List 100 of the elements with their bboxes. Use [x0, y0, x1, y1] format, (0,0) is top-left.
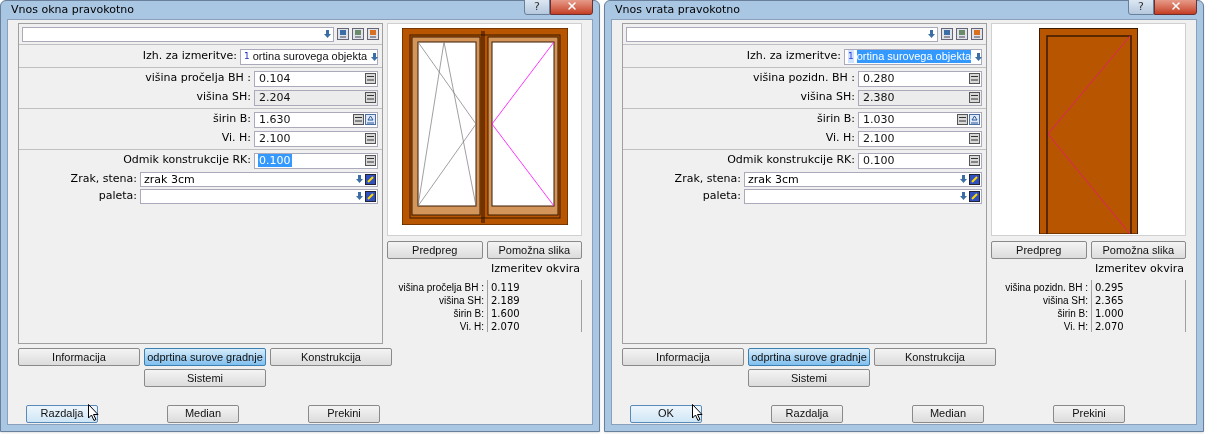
value-field[interactable]: 2.380	[858, 89, 982, 106]
calculator-icon[interactable]	[353, 114, 364, 125]
combo-value: zrak 3cm	[748, 172, 799, 186]
combo-field[interactable]: zrak 3cm	[140, 171, 378, 187]
measure-label: višina pozidn. BH :	[1004, 280, 1089, 293]
dialog-button[interactable]: Sistemi	[748, 369, 870, 387]
dialog-button[interactable]: Median	[912, 404, 984, 423]
dialog-button[interactable]: Informacija	[18, 348, 140, 366]
value-field[interactable]: 2.204	[254, 89, 378, 106]
field-label: širin B:	[815, 111, 856, 128]
field-value: 2.380	[862, 91, 896, 104]
close-icon	[1169, 0, 1182, 12]
edit-palette-icon[interactable]	[365, 190, 376, 202]
calculator-icon[interactable]	[365, 73, 376, 84]
close-button[interactable]	[1154, 0, 1197, 15]
field-label: Odmik konstrukcije RK:	[726, 152, 856, 169]
dialog-button[interactable]: Razdalja	[771, 404, 843, 423]
field-label: paleta:	[97, 187, 138, 204]
field-label: višina SH:	[195, 89, 252, 106]
dialog-button[interactable]: Konstrukcija	[270, 348, 392, 366]
measure-label: višina SH:	[1042, 293, 1089, 306]
field-label: Zrak, stena:	[673, 170, 742, 187]
combo-field[interactable]	[744, 188, 982, 204]
field-value: 1.030	[862, 113, 896, 126]
source-index: 1	[244, 49, 250, 63]
field-label: Vi. H:	[824, 130, 856, 147]
dropdown-arrow-icon[interactable]	[974, 51, 984, 62]
value-field[interactable]: 0.104	[254, 70, 378, 87]
value-field[interactable]: 2.100	[858, 130, 982, 147]
field-value: 0.100	[258, 154, 292, 167]
field-value: 0.280	[862, 72, 896, 85]
dialog-button[interactable]: Konstrukcija	[874, 348, 996, 366]
dialog-button[interactable]: Sistemi	[144, 369, 266, 387]
edit-palette-icon[interactable]	[969, 173, 980, 185]
edit-palette-icon[interactable]	[365, 173, 376, 185]
dialog-button[interactable]: Informacija	[622, 348, 744, 366]
close-icon	[565, 0, 578, 12]
dialog-button[interactable]: Prekini	[308, 404, 380, 423]
source-index: 1	[848, 49, 854, 64]
source-combo[interactable]: 1 ortina surovega objekta	[240, 48, 378, 65]
measure-tool-icon[interactable]	[365, 114, 376, 125]
field-label: višina pozidn. BH :	[751, 70, 856, 87]
dialog-button[interactable]: odprtina surove gradnje	[144, 348, 266, 366]
window-title: Vnos vrata pravokotno	[615, 1, 741, 18]
dialog-button[interactable]: Razdalja	[26, 404, 98, 423]
dialog-button[interactable]: Pomožna slika	[486, 241, 582, 259]
mouse-cursor-icon	[692, 404, 703, 421]
measure-label: Vi. H:	[458, 319, 485, 332]
field-value: 2.100	[258, 132, 292, 145]
field-value: 2.204	[258, 91, 292, 104]
field-label: višina pročelja BH :	[144, 70, 252, 87]
field-label: Odmik konstrukcije RK:	[122, 152, 252, 169]
dropdown-arrow-icon[interactable]	[927, 29, 936, 39]
field-value: 1.630	[258, 113, 292, 126]
measure-label: višina pročelja BH :	[397, 280, 485, 293]
source-combo[interactable]: 1 ortina surovega objekta	[844, 48, 982, 65]
calculator-icon[interactable]	[969, 92, 980, 103]
edit-palette-icon[interactable]	[969, 190, 980, 202]
value-field[interactable]: 0.100	[858, 152, 982, 169]
source-value: ortina surovega objekta	[252, 50, 368, 63]
help-button[interactable]: ?	[524, 0, 550, 15]
window-title: Vnos okna pravokotno	[11, 1, 135, 18]
value-field[interactable]: 1.630	[254, 111, 378, 128]
dialog-button[interactable]: Predpreg	[387, 241, 483, 259]
close-button[interactable]	[550, 0, 593, 15]
dialog-button[interactable]: Predpreg	[991, 241, 1087, 259]
field-label: paleta:	[701, 187, 742, 204]
value-field[interactable]: 1.030	[858, 111, 982, 128]
calculator-icon[interactable]	[969, 133, 980, 144]
calculator-icon[interactable]	[365, 92, 376, 103]
measure-value: 0.295	[1091, 279, 1186, 293]
field-label: Zrak, stena:	[69, 170, 138, 187]
measure-label: višina SH:	[438, 293, 485, 306]
field-label: širin B:	[211, 111, 252, 128]
dropdown-arrow-icon[interactable]	[370, 51, 380, 62]
measure-label: širin B:	[1056, 306, 1089, 319]
calculator-icon[interactable]	[365, 155, 376, 166]
value-field[interactable]: 0.280	[858, 70, 982, 87]
help-button[interactable]: ?	[1128, 0, 1154, 15]
calculator-icon[interactable]	[957, 114, 968, 125]
dialog-button[interactable]: OK	[630, 404, 702, 423]
combo-field[interactable]: zrak 3cm	[744, 171, 982, 187]
calculator-icon[interactable]	[969, 73, 980, 84]
dialog-button[interactable]: Pomožna slika	[1090, 241, 1186, 259]
dialog-button[interactable]: Median	[167, 404, 239, 423]
dialog-button[interactable]: odprtina surove gradnje	[748, 348, 870, 366]
measure-label: Vi. H:	[1062, 319, 1089, 332]
measure-tool-icon[interactable]	[969, 114, 980, 125]
field-label: Izh. za izmeritve:	[745, 48, 842, 65]
field-label: višina SH:	[799, 89, 856, 106]
dropdown-arrow-icon[interactable]	[323, 29, 332, 39]
value-field[interactable]: 2.100	[254, 130, 378, 147]
field-value: 0.100	[862, 154, 896, 167]
calculator-icon[interactable]	[969, 155, 980, 166]
field-label: Izh. za izmeritve:	[141, 48, 238, 65]
dialog-button[interactable]: Prekini	[1053, 404, 1125, 423]
mouse-cursor-icon	[88, 404, 99, 421]
calculator-icon[interactable]	[365, 133, 376, 144]
field-value: 2.100	[862, 132, 896, 145]
combo-field[interactable]	[140, 188, 378, 204]
